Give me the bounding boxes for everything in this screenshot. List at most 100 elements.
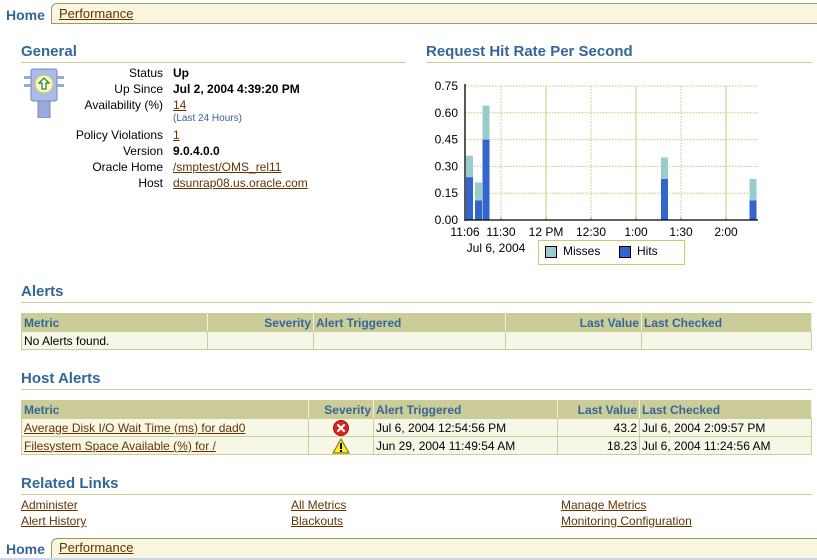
empty-cell <box>505 331 642 350</box>
bar-hits <box>482 139 490 220</box>
col-severity: Severity <box>207 313 314 332</box>
bar-misses <box>749 178 757 201</box>
alert-triggered-value: Jul 6, 2004 12:54:56 PM <box>373 418 558 437</box>
chart-bars <box>466 105 757 220</box>
col-alert-triggered: Alert Triggered <box>373 400 558 419</box>
general-section-title: General <box>21 43 77 60</box>
status-value: Up <box>173 66 189 80</box>
empty-cell <box>641 331 812 350</box>
bar-hits <box>466 177 473 220</box>
legend-misses-swatch <box>545 246 557 258</box>
col-last-value: Last Value <box>505 313 642 332</box>
up-since-value: Jul 2, 2004 4:39:20 PM <box>173 82 300 96</box>
chart-y-ticks: 0.000.150.300.450.600.75 <box>435 79 459 227</box>
bar-misses <box>661 157 668 179</box>
x-tick-label: 2:00 <box>714 225 738 239</box>
x-axis-date-label: Jul 6, 2004 <box>467 241 526 255</box>
availability-row: Availability (%) 14 <box>0 98 400 114</box>
metric-link[interactable]: Filesystem Space Available (%) for / <box>24 439 216 453</box>
table-row: Average Disk I/O Wait Time (ms) for dad0… <box>21 418 812 437</box>
version-label: Version <box>122 144 163 158</box>
col-last-checked: Last Checked <box>639 400 812 419</box>
col-metric: Metric <box>21 313 208 332</box>
availability-label: Availability (%) <box>84 98 163 112</box>
alert-triggered-value: Jun 29, 2004 11:49:54 AM <box>373 436 558 455</box>
last-value: 18.23 <box>557 436 640 455</box>
last-value: 43.2 <box>557 418 640 437</box>
tab-performance-bottom[interactable]: Performance <box>59 540 133 555</box>
host-link[interactable]: dsunrap08.us.oracle.com <box>173 176 308 190</box>
blackouts-link[interactable]: Blackouts <box>291 514 343 528</box>
y-tick-label: 0.75 <box>435 79 459 93</box>
alerts-section-title: Alerts <box>21 283 64 300</box>
bottom-tab-bar: Home Performance <box>0 538 817 560</box>
tab-home[interactable]: Home <box>0 3 52 25</box>
tab-home-bottom[interactable]: Home <box>0 538 52 560</box>
bar-hits <box>661 178 668 220</box>
y-tick-label: 0.15 <box>435 186 459 200</box>
alerts-divider <box>21 302 812 303</box>
x-tick-label: 1:00 <box>624 225 648 239</box>
y-tick-label: 0.60 <box>435 106 459 120</box>
chart-divider <box>426 62 812 63</box>
bar-misses <box>466 155 473 178</box>
table-row: No Alerts found. <box>21 331 812 350</box>
host-alerts-section-title: Host Alerts <box>21 370 101 387</box>
y-tick-label: 0.45 <box>435 133 459 147</box>
oracle-home-link[interactable]: /smptest/OMS_rel11 <box>173 160 281 174</box>
bar-hits <box>475 200 482 220</box>
host-alerts-header-row: Metric Severity Alert Triggered Last Val… <box>21 400 812 419</box>
request-hit-rate-chart: 0.000.150.300.450.600.75 11:06 11:30 12 PM… <box>435 79 758 255</box>
col-metric: Metric <box>21 400 309 419</box>
bar-misses <box>475 182 482 201</box>
warning-icon <box>332 437 350 454</box>
related-links-title: Related Links <box>21 475 119 492</box>
manage-metrics-link[interactable]: Manage Metrics <box>561 498 646 512</box>
up-since-label: Up Since <box>114 82 163 96</box>
version-row: Version 9.0.4.0.0 <box>0 144 400 160</box>
policy-violations-link[interactable]: 1 <box>173 128 180 142</box>
x-tick-label: 1:30 <box>669 225 693 239</box>
severity-cell <box>308 436 374 455</box>
policy-violations-row: Policy Violations 1 <box>0 128 400 144</box>
availability-link[interactable]: 14 <box>173 98 186 112</box>
metric-link[interactable]: Average Disk I/O Wait Time (ms) for dad0 <box>24 421 245 435</box>
empty-cell <box>313 331 506 350</box>
chart-title: Request Hit Rate Per Second <box>426 43 633 60</box>
last-checked-value: Jul 6, 2004 2:09:57 PM <box>639 418 812 437</box>
empty-cell <box>207 331 314 350</box>
chart-gridlines <box>465 85 758 220</box>
bar-hits <box>749 200 757 220</box>
x-tick-label: 12 PM <box>529 225 564 239</box>
monitoring-configuration-link[interactable]: Monitoring Configuration <box>561 514 692 528</box>
all-metrics-link[interactable]: All Metrics <box>291 498 346 512</box>
tab-performance[interactable]: Performance <box>59 6 133 21</box>
oracle-home-label: Oracle Home <box>92 160 163 174</box>
tab-strip: Performance <box>51 3 817 24</box>
alerts-header-row: Metric Severity Alert Triggered Last Val… <box>21 313 812 332</box>
no-alerts-text: No Alerts found. <box>21 331 208 350</box>
top-tab-bar: Home Performance <box>0 3 817 25</box>
last-checked-value: Jul 6, 2004 11:24:56 AM <box>639 436 812 455</box>
severity-cell <box>308 418 374 437</box>
tab-strip-bottom: Performance <box>51 538 817 559</box>
col-last-checked: Last Checked <box>641 313 812 332</box>
col-alert-triggered: Alert Triggered <box>313 313 506 332</box>
up-since-row: Up Since Jul 2, 2004 4:39:20 PM <box>0 82 400 98</box>
bar-misses <box>482 105 490 140</box>
host-alerts-table: Metric Severity Alert Triggered Last Val… <box>21 400 812 455</box>
legend-hits-swatch <box>619 246 631 258</box>
chart-axes <box>464 84 758 221</box>
host-alerts-divider <box>21 389 812 390</box>
alert-history-link[interactable]: Alert History <box>21 514 86 528</box>
policy-violations-label: Policy Violations <box>75 128 163 142</box>
chart-legend: Misses Hits <box>538 240 685 265</box>
oracle-home-row: Oracle Home /smptest/OMS_rel11 <box>0 160 400 176</box>
chart-x-ticks: 11:06 11:30 12 PM 12:30 1:00 1:30 2:00 <box>450 225 738 239</box>
availability-note-row: (Last 24 Hours) <box>0 113 400 129</box>
administer-link[interactable]: Administer <box>21 498 78 512</box>
status-row: Status Up <box>0 66 400 82</box>
status-label: Status <box>128 66 163 80</box>
legend-hits-label: Hits <box>637 244 658 258</box>
critical-icon <box>333 419 349 436</box>
